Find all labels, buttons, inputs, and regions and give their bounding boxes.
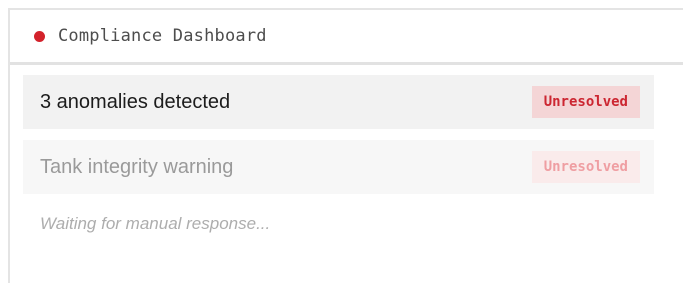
alert-text: 3 anomalies detected: [40, 90, 231, 113]
alert-row-anomalies[interactable]: 3 anomalies detected Unresolved: [23, 75, 654, 129]
alert-text: Tank integrity warning: [40, 155, 234, 178]
status-indicator-icon: [34, 30, 45, 42]
panel-header: Compliance Dashboard: [10, 10, 683, 65]
alert-row-tank-integrity[interactable]: Tank integrity warning Unresolved: [23, 140, 654, 194]
status-badge: Unresolved: [531, 151, 640, 183]
page-title: Compliance Dashboard: [58, 26, 267, 46]
waiting-status-message: Waiting for manual response...: [40, 214, 271, 233]
status-badge: Unresolved: [531, 86, 640, 118]
